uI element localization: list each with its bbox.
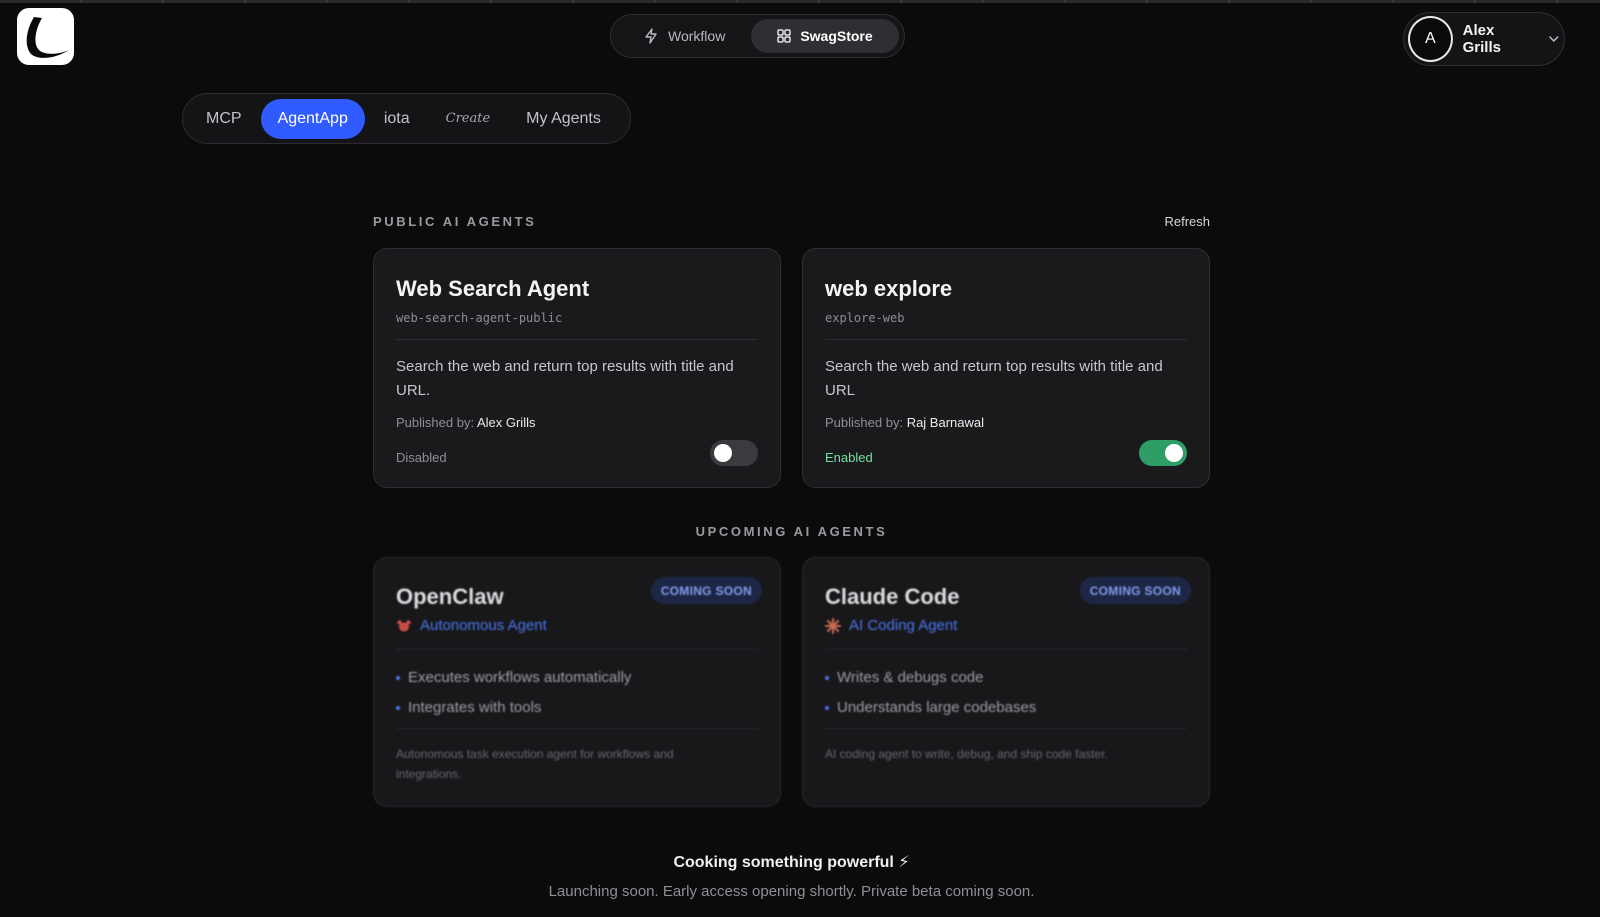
divider xyxy=(396,339,758,340)
agent-card: Web Search Agent web-search-agent-public… xyxy=(373,248,781,488)
upcoming-agent-footer: AI coding agent to write, debug, and shi… xyxy=(825,747,1108,761)
tab-iota[interactable]: iota xyxy=(367,99,427,139)
logo-swoosh-icon xyxy=(26,17,69,58)
swagstore-button[interactable]: SwagStore xyxy=(751,19,899,53)
upcoming-agent-footer: Autonomous task execution agent for work… xyxy=(396,747,674,781)
agent-status: Disabled xyxy=(396,450,447,465)
bullet xyxy=(825,676,829,680)
avatar: A xyxy=(1408,16,1453,62)
bullet xyxy=(396,706,400,710)
feature-list: Executes workflows automatically Integra… xyxy=(396,663,631,723)
agent-description: Search the web and return top results wi… xyxy=(825,358,1163,399)
chevron-down-icon xyxy=(1549,36,1559,42)
upcoming-agent-subtitle: AI Coding Agent xyxy=(825,617,957,634)
coming-soon-badge: COMING SOON xyxy=(1079,577,1191,604)
upcoming-section-title: UPCOMING AI AGENTS xyxy=(695,524,888,539)
coming-soon-badge: COMING SOON xyxy=(650,577,762,604)
starburst-icon xyxy=(825,617,841,634)
workflow-label: Workflow xyxy=(668,28,726,44)
publisher-name: Raj Barnawal xyxy=(906,415,985,430)
user-name: Alex Grills xyxy=(1462,22,1501,56)
upcoming-agent-title: OpenClaw xyxy=(396,584,504,609)
divider xyxy=(396,728,758,729)
upcoming-agent-subtitle-text: AI Coding Agent xyxy=(849,617,958,634)
list-item: Understands large codebases xyxy=(825,693,1036,723)
upcoming-agent-card: OpenClaw COMING SOON Autonomous Agent Ex… xyxy=(373,557,781,807)
tab-agentapp[interactable]: AgentApp xyxy=(260,98,365,139)
bullet xyxy=(396,676,400,680)
publisher-name: Alex Grills xyxy=(476,415,536,430)
feature-list: Writes & debugs code Understands large c… xyxy=(825,663,1036,723)
upcoming-agent-title: Claude Code xyxy=(825,584,960,609)
bullet xyxy=(825,706,829,710)
lobster-icon xyxy=(397,619,411,631)
agent-slug: explore-web xyxy=(825,311,905,325)
agent-publisher: Published by: Alex Grills xyxy=(396,415,535,430)
divider xyxy=(396,649,758,650)
refresh-button[interactable]: Refresh xyxy=(1164,214,1210,229)
agent-enable-toggle[interactable] xyxy=(1139,440,1187,466)
tab-my-agents[interactable]: My Agents xyxy=(509,99,618,139)
category-tabs: MCP AgentApp iota Create My Agents xyxy=(182,93,631,144)
user-menu[interactable]: A Alex Grills xyxy=(1403,12,1565,66)
agent-description: Search the web and return top results wi… xyxy=(396,358,734,399)
lightning-icon xyxy=(645,28,657,44)
agent-slug: web-search-agent-public xyxy=(396,311,563,325)
app-logo[interactable] xyxy=(17,8,74,65)
divider xyxy=(825,649,1187,650)
agent-publisher: Published by: Raj Barnawal xyxy=(825,415,984,430)
swagstore-label: SwagStore xyxy=(800,28,873,44)
agent-title: web explore xyxy=(825,276,953,301)
public-section-title: PUBLIC AI AGENTS xyxy=(373,214,537,229)
launch-subtitle: Launching soon. Early access opening sho… xyxy=(548,883,1035,900)
list-item: Writes & debugs code xyxy=(825,663,1036,693)
workflow-button[interactable]: Workflow xyxy=(615,19,747,53)
toggle-knob xyxy=(1165,444,1183,462)
upcoming-agent-subtitle: Autonomous Agent xyxy=(396,617,547,634)
tab-mcp[interactable]: MCP xyxy=(189,99,259,139)
upcoming-agent-subtitle-text: Autonomous Agent xyxy=(420,617,547,634)
agent-enable-toggle[interactable] xyxy=(710,440,758,466)
tab-create[interactable]: Create xyxy=(429,99,508,139)
feature-text: Executes workflows automatically xyxy=(408,669,632,686)
public-section-header: PUBLIC AI AGENTS Refresh xyxy=(373,214,1210,229)
agent-card: web explore explore-web Search the web a… xyxy=(802,248,1210,488)
list-item: Integrates with tools xyxy=(396,693,631,723)
published-by-label: Published by: xyxy=(396,415,475,430)
published-by-label: Published by: xyxy=(825,415,904,430)
grid-icon xyxy=(777,29,791,43)
feature-text: Integrates with tools xyxy=(408,699,542,716)
divider xyxy=(825,728,1187,729)
launch-heading: Cooking something powerful ⚡ xyxy=(673,854,910,871)
toggle-knob xyxy=(714,444,732,462)
feature-text: Understands large codebases xyxy=(837,699,1037,716)
top-border xyxy=(0,0,1600,3)
upcoming-agent-card: Claude Code COMING SOON AI Coding Agent … xyxy=(802,557,1210,807)
feature-text: Writes & debugs code xyxy=(837,669,984,686)
agent-status: Enabled xyxy=(825,450,873,465)
divider xyxy=(825,339,1187,340)
top-mode-switch: Workflow SwagStore xyxy=(610,14,905,58)
list-item: Executes workflows automatically xyxy=(396,663,631,693)
agent-title: Web Search Agent xyxy=(396,276,590,301)
